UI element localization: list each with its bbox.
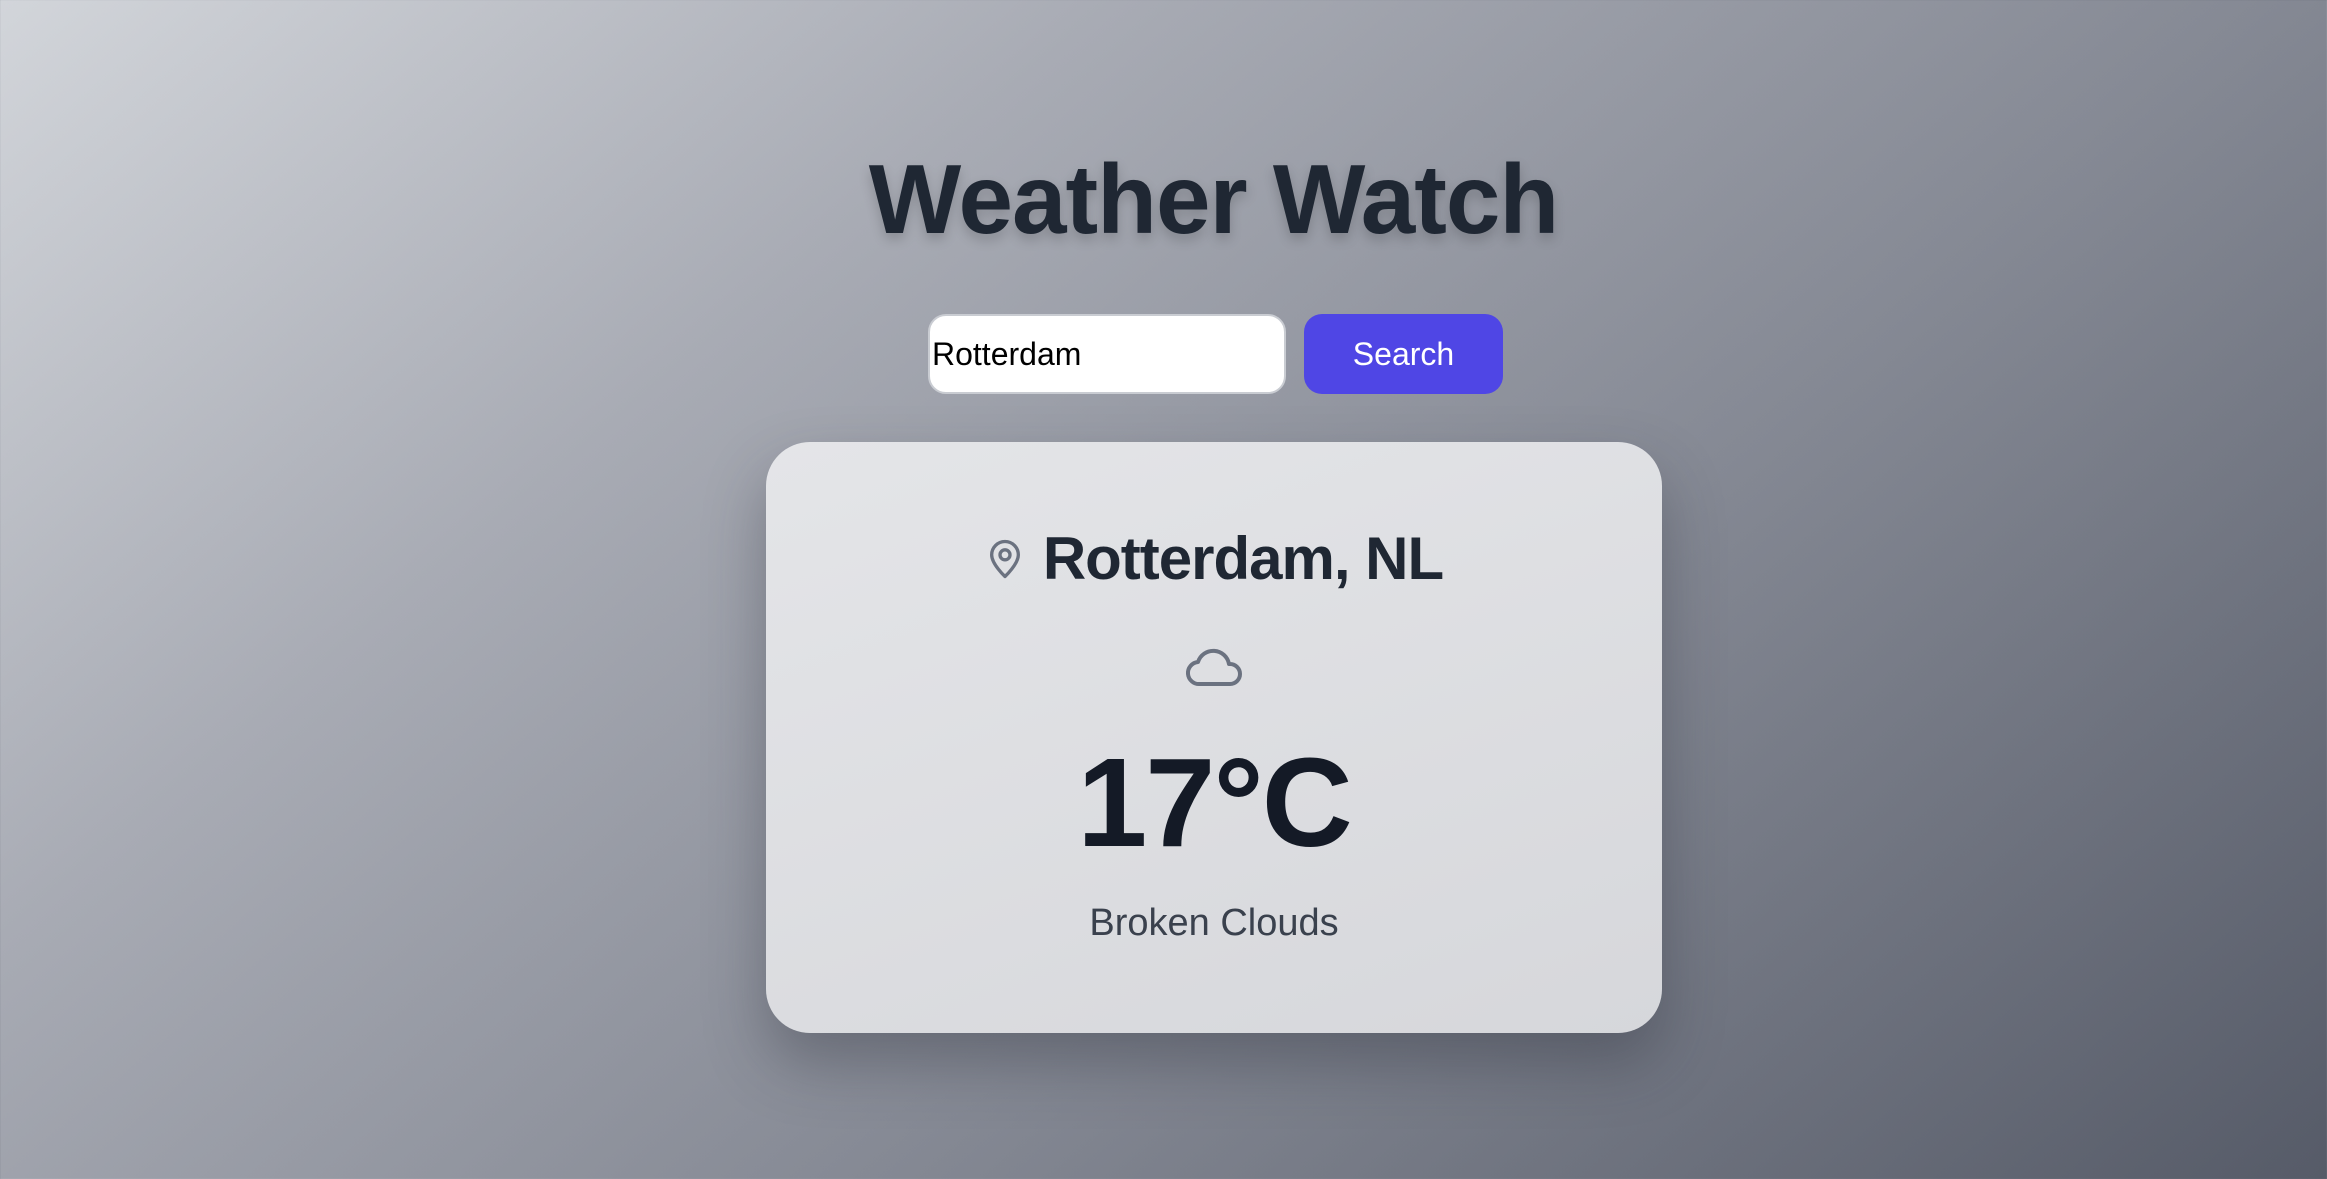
location-header: Rotterdam, NL — [766, 524, 1662, 593]
cloud-icon — [1182, 642, 1246, 692]
temperature: 17°C — [1077, 732, 1353, 873]
weather-card: Rotterdam, NL 17°C Broken Clouds — [766, 442, 1662, 1033]
search-bar: Search — [928, 314, 1503, 394]
city-search-input[interactable] — [928, 314, 1286, 394]
map-pin-icon — [985, 537, 1025, 581]
search-button[interactable]: Search — [1304, 314, 1503, 394]
location-name: Rotterdam, NL — [1042, 525, 1444, 592]
weather-description: Broken Clouds — [1089, 902, 1339, 944]
app-title: Weather Watch — [868, 144, 1559, 254]
